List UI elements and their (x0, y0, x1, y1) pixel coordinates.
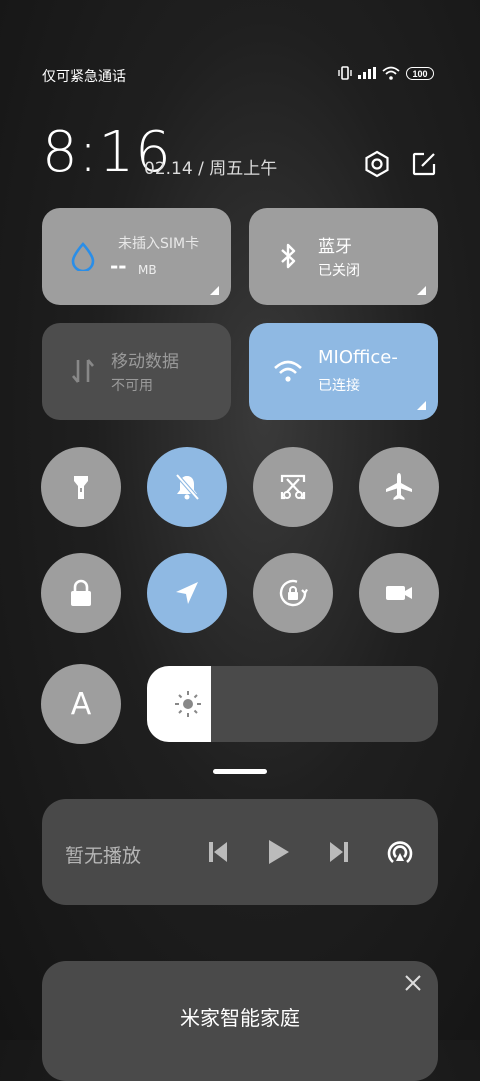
smart-home-title: 米家智能家庭 (180, 1006, 300, 1030)
mute-toggle[interactable] (147, 447, 227, 527)
carrier-status: 仅可紧急通话 (42, 69, 126, 85)
airplane-icon (386, 473, 412, 500)
location-arrow-icon (176, 582, 198, 604)
signal-icon (358, 67, 376, 79)
bluetooth-icon (281, 243, 296, 269)
collapse-handle[interactable] (213, 769, 267, 774)
bluetooth-status: 已关闭 (318, 263, 360, 279)
previous-track-icon[interactable] (208, 840, 228, 864)
bell-muted-icon (175, 473, 200, 501)
bluetooth-tile[interactable]: 蓝牙 已关闭 (249, 208, 438, 305)
mobile-data-tile[interactable]: 移动数据 不可用 (42, 323, 231, 420)
flashlight-toggle[interactable] (41, 447, 121, 527)
scissors-screenshot-icon (280, 474, 306, 500)
water-drop-icon (71, 242, 95, 271)
video-camera-icon (386, 586, 412, 600)
mobile-data-status: 不可用 (111, 378, 153, 394)
audio-output-icon[interactable] (385, 836, 415, 868)
clock-date[interactable]: 02.14 / 周五上午 (144, 154, 277, 179)
edit-button[interactable] (411, 151, 437, 181)
auto-brightness-label: A (70, 686, 92, 722)
close-icon[interactable] (404, 974, 422, 992)
screenshot-toggle[interactable] (253, 447, 333, 527)
data-usage-tile[interactable]: 未插入SIM卡 -- MB (42, 208, 231, 305)
wifi-network-name: MIOffice- (318, 347, 398, 368)
brightness-slider[interactable] (147, 666, 438, 742)
location-toggle[interactable] (147, 553, 227, 633)
vibrate-icon (338, 66, 352, 80)
lock-icon (71, 579, 91, 606)
settings-button[interactable] (363, 150, 391, 182)
airplane-mode-toggle[interactable] (359, 447, 439, 527)
status-icons: 100 (338, 66, 434, 80)
wifi-status: 已连接 (318, 378, 360, 394)
flashlight-icon (74, 476, 88, 499)
data-usage-value: -- (110, 254, 127, 278)
wifi-icon (274, 360, 302, 382)
expand-corner-indicator (417, 286, 426, 295)
mobile-data-arrows-icon (72, 359, 94, 383)
data-usage-unit: MB (138, 263, 157, 277)
auto-rotate-toggle[interactable] (253, 553, 333, 633)
auto-brightness-toggle[interactable]: A (41, 664, 121, 744)
next-track-icon[interactable] (329, 840, 349, 864)
play-icon[interactable] (267, 838, 291, 866)
mobile-data-title: 移动数据 (111, 352, 179, 372)
bluetooth-title: 蓝牙 (318, 237, 352, 257)
expand-corner-indicator (417, 401, 426, 410)
smart-home-card[interactable]: 米家智能家庭 (42, 961, 438, 1081)
brightness-sun-icon (175, 691, 201, 717)
expand-corner-indicator (210, 286, 219, 295)
rotation-lock-icon (279, 579, 308, 607)
screen-recorder-toggle[interactable] (359, 553, 439, 633)
battery-indicator: 100 (406, 66, 434, 80)
media-status-text: 暂无播放 (65, 845, 142, 867)
wifi-status-icon (382, 66, 400, 80)
settings-hexagon-icon (365, 150, 389, 178)
sim-status-text: 未插入SIM卡 (118, 236, 200, 252)
edit-icon (412, 152, 436, 176)
wifi-tile[interactable]: MIOffice- 已连接 (249, 323, 438, 420)
lock-screen-toggle[interactable] (41, 553, 121, 633)
media-control-panel[interactable]: 暂无播放 (42, 799, 438, 905)
